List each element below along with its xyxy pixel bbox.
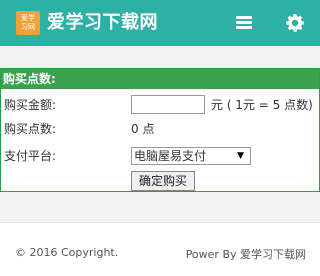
amount-input[interactable]: [131, 95, 205, 114]
hamburger-menu-icon[interactable]: [236, 16, 252, 30]
logo-text: 爱学习网: [21, 14, 35, 31]
purchase-points-panel: 购买点数: 购买金额: 元 ( 1元 = 5 点数) 购买点数: 0 点 支付平…: [0, 68, 320, 192]
platform-label: 支付平台:: [4, 149, 57, 163]
powered-by-text: Power By 爱学习下载网: [185, 248, 306, 261]
points-label: 购买点数:: [4, 122, 57, 136]
platform-row: 支付平台: 电脑屋易支付 ▼: [3, 147, 319, 167]
platform-selected-value: 电脑屋易支付: [134, 149, 207, 163]
points-row: 购买点数: 0 点: [3, 121, 319, 139]
gear-icon[interactable]: [285, 13, 305, 33]
points-value: 0 点: [131, 122, 155, 136]
copyright-text: © 2016 Copyright.: [15, 246, 119, 259]
amount-unit: 元 ( 1元 = 5 点数): [211, 98, 313, 112]
platform-select-wrap: 电脑屋易支付 ▼: [131, 147, 251, 165]
amount-value-wrap: 元 ( 1元 = 5 点数): [131, 95, 313, 114]
payment-platform-select[interactable]: 电脑屋易支付 ▼: [131, 147, 251, 165]
chevron-down-icon: ▼: [237, 151, 244, 161]
amount-label: 购买金额:: [4, 98, 57, 112]
site-logo[interactable]: 爱学习网: [16, 11, 40, 35]
confirm-purchase-button[interactable]: 确定购买: [131, 171, 195, 191]
amount-row: 购买金额: 元 ( 1元 = 5 点数): [3, 95, 319, 117]
panel-heading: 购买点数:: [1, 69, 319, 89]
site-header: 爱学习网 爱学习下载网: [0, 0, 320, 46]
site-footer: © 2016 Copyright. Power By 爱学习下载网: [0, 222, 320, 276]
site-title[interactable]: 爱学习下载网: [47, 10, 158, 36]
